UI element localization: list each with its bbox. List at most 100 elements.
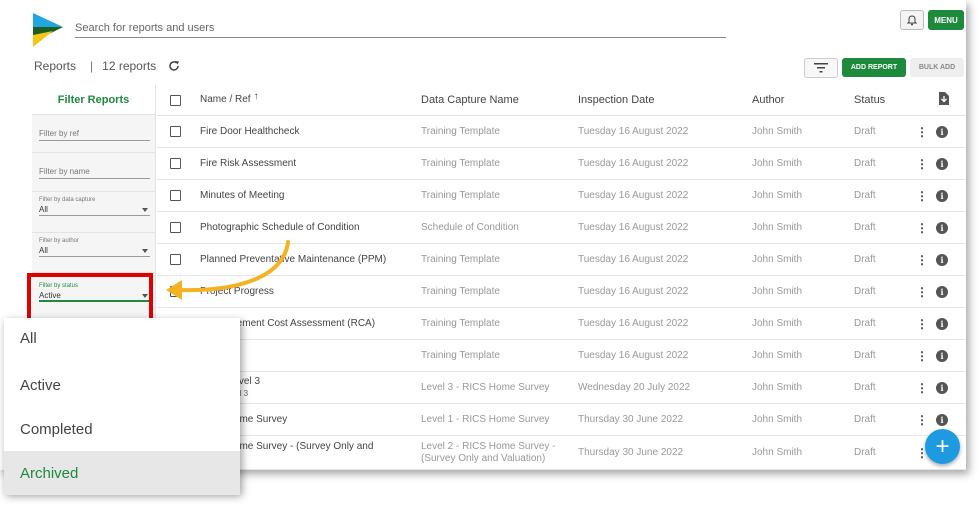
row-checkbox[interactable]	[170, 126, 181, 137]
info-icon[interactable]: i	[936, 125, 948, 138]
row-checkbox[interactable]	[170, 286, 181, 297]
report-name[interactable]: Fire Door Healthcheck	[200, 126, 421, 138]
filter-author-select[interactable]: All	[39, 244, 150, 257]
search-input[interactable]: Search for reports and users	[75, 20, 726, 38]
add-report-button[interactable]: ADD REPORT	[842, 58, 906, 77]
data-capture-name: Level 2 - RICS Home Survey - (Survey Onl…	[421, 440, 556, 464]
add-fab-button[interactable]: +	[925, 429, 960, 464]
column-header-inspection-date[interactable]: Inspection Date	[578, 94, 752, 106]
table-row[interactable]: Planned Preventative Maintenance (PPM) Tr…	[157, 244, 966, 276]
row-actions: ⋮i	[916, 285, 948, 299]
row-actions: ⋮i	[916, 221, 948, 235]
bell-icon	[907, 14, 917, 25]
select-all-checkbox[interactable]	[170, 94, 181, 106]
status-option-active[interactable]: Active	[4, 363, 240, 407]
filter-data-capture-field[interactable]: Filter by data capture All	[39, 197, 150, 216]
table-row[interactable]: Project Progress Training Template Tuesday…	[157, 276, 966, 308]
filter-author-field[interactable]: Filter by author All	[39, 238, 150, 257]
table-row[interactable]: DampTraining TemplateTuesday 16 August 2…	[157, 340, 966, 372]
row-actions: ⋮i	[916, 381, 948, 395]
filter-icon	[814, 63, 828, 73]
bulk-add-button[interactable]: BULK ADD	[910, 58, 964, 77]
status-text: Draft	[854, 447, 876, 458]
report-name-text: Planned Preventative Maintenance (PPM)	[200, 253, 387, 265]
filter-name-field[interactable]: Filter by name	[39, 165, 150, 179]
filter-toggle-button[interactable]	[804, 58, 838, 78]
info-icon[interactable]: i	[936, 381, 948, 394]
data-capture-name: Training Template	[421, 349, 500, 361]
report-name-text: Project Progress	[200, 285, 274, 297]
info-icon[interactable]: i	[936, 285, 948, 298]
column-header-author[interactable]: Author	[752, 94, 854, 106]
report-name[interactable]: Planned Preventative Maintenance (PPM)	[200, 254, 421, 266]
inspection-date: Tuesday 16 August 2022	[578, 318, 689, 329]
info-icon[interactable]: i	[936, 349, 948, 362]
divider	[32, 191, 156, 192]
info-icon[interactable]: i	[936, 413, 948, 426]
filter-name-input[interactable]: Filter by name	[39, 165, 150, 179]
status-option-all[interactable]: All	[4, 318, 240, 363]
author-name: John Smith	[752, 447, 803, 458]
download-icon[interactable]	[938, 92, 949, 108]
status-text: Draft	[854, 190, 876, 201]
more-options-icon[interactable]: ⋮	[916, 349, 928, 363]
table-row[interactable]: RICS Home Survey Level 1 - RICS Home Surv…	[157, 404, 966, 436]
notifications-button[interactable]	[900, 10, 924, 30]
more-options-icon[interactable]: ⋮	[916, 381, 928, 395]
info-icon[interactable]: i	[936, 157, 948, 170]
table-row[interactable]: Photographic Schedule of Condition Schedu…	[157, 212, 966, 244]
row-checkbox[interactable]	[170, 158, 181, 169]
info-icon[interactable]: i	[936, 253, 948, 266]
more-options-icon[interactable]: ⋮	[916, 253, 928, 267]
filter-data-capture-select[interactable]: All	[39, 203, 150, 216]
info-icon[interactable]: i	[936, 189, 948, 202]
more-options-icon[interactable]: ⋮	[916, 285, 928, 299]
more-options-icon[interactable]: ⋮	[916, 125, 928, 139]
table-header: Name / Ref ↑ Data Capture Name Inspection…	[157, 85, 966, 116]
report-name[interactable]: Fire Risk Assessment	[200, 158, 421, 170]
info-icon[interactable]: i	[936, 317, 948, 330]
row-actions: ⋮i	[916, 413, 948, 427]
more-options-icon[interactable]: ⋮	[916, 317, 928, 331]
author-name: John Smith	[752, 158, 803, 169]
table-row[interactable]: Minutes of Meeting Training Template Tuesd…	[157, 180, 966, 212]
inspection-date: Thursday 30 June 2022	[578, 414, 684, 425]
table-row[interactable]: Fire Risk Assessment Training Template Tue…	[157, 148, 966, 180]
report-name-text: Minutes of Meeting	[200, 189, 285, 201]
report-name[interactable]: Photographic Schedule of Condition	[200, 222, 421, 234]
sort-ascending-icon: ↑	[253, 91, 259, 102]
more-options-icon[interactable]: ⋮	[916, 413, 928, 427]
author-name: John Smith	[752, 286, 803, 297]
author-name: John Smith	[752, 126, 803, 137]
table-row[interactable]: Fire Door Healthcheck Training Template Tu…	[157, 116, 966, 148]
divider	[32, 232, 156, 233]
column-header-name[interactable]: Name / Ref ↑	[200, 91, 421, 106]
status-option-completed[interactable]: Completed	[4, 407, 240, 451]
reports-table: Name / Ref ↑ Data Capture Name Inspection…	[157, 85, 966, 470]
refresh-icon[interactable]	[168, 60, 180, 72]
column-header-data-capture[interactable]: Data Capture Name	[421, 94, 578, 106]
menu-button[interactable]: MENU	[928, 10, 964, 30]
column-header-status[interactable]: Status	[854, 94, 916, 106]
row-actions: ⋮i	[916, 253, 948, 267]
more-options-icon[interactable]: ⋮	[916, 189, 928, 203]
table-row[interactable]: vers - Level 3buyer Level 3Level 3 - RIC…	[157, 372, 966, 404]
status-option-archived[interactable]: Archived	[4, 451, 240, 495]
row-actions: ⋮i	[916, 125, 948, 139]
info-icon[interactable]: i	[936, 221, 948, 234]
filter-ref-input[interactable]: Filter by ref	[39, 127, 150, 141]
report-name[interactable]: Project Progress	[200, 286, 421, 298]
data-capture-name: Training Template	[421, 317, 500, 329]
row-checkbox[interactable]	[170, 190, 181, 201]
report-name[interactable]: Minutes of Meeting	[200, 190, 421, 202]
row-checkbox[interactable]	[170, 222, 181, 233]
more-options-icon[interactable]: ⋮	[916, 446, 928, 460]
table-row[interactable]: Reinstatement Cost Assessment (RCA) Train…	[157, 308, 966, 340]
more-options-icon[interactable]: ⋮	[916, 221, 928, 235]
table-row[interactable]: RICS Home Survey - (Survey Only andn)Lev…	[157, 436, 966, 470]
row-checkbox[interactable]	[170, 254, 181, 265]
status-text: Draft	[854, 126, 876, 137]
brand-logo-icon[interactable]	[33, 13, 63, 47]
filter-ref-field[interactable]: Filter by ref	[39, 127, 150, 141]
more-options-icon[interactable]: ⋮	[916, 157, 928, 171]
